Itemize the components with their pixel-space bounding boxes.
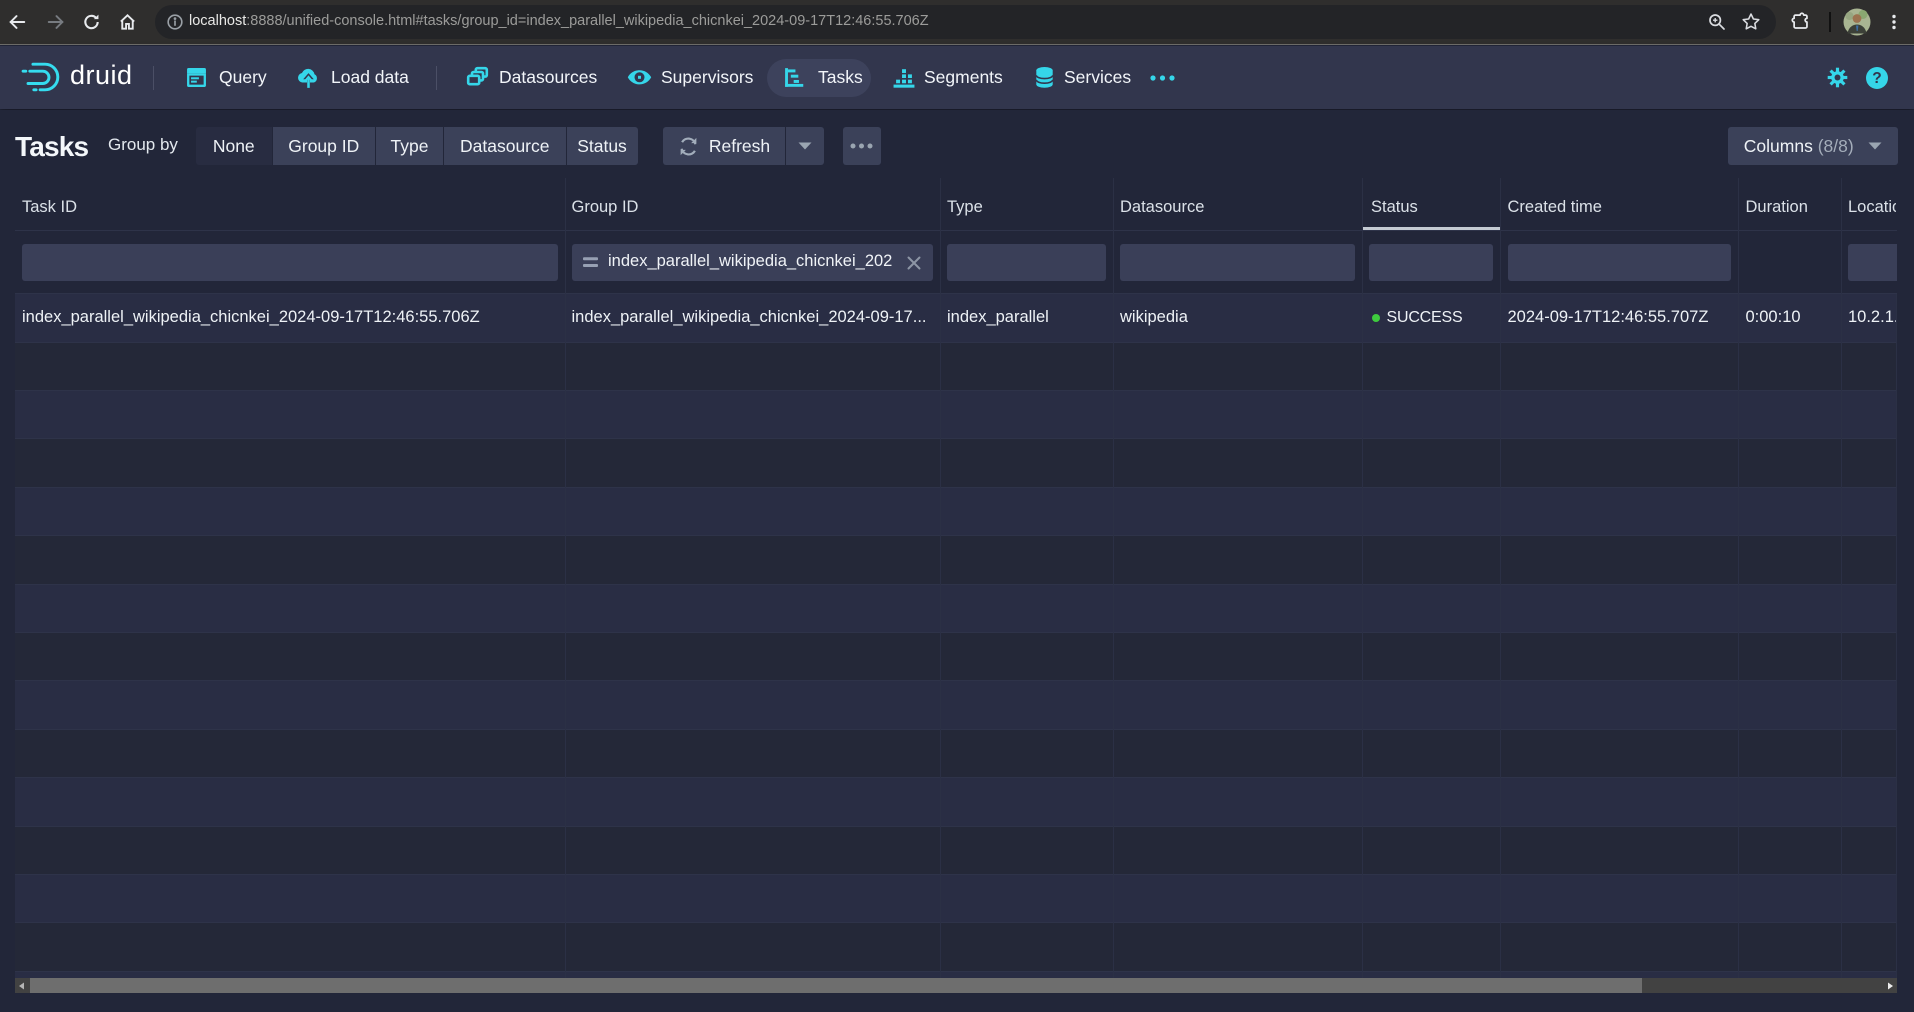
svg-text:?: ? (1872, 70, 1881, 87)
